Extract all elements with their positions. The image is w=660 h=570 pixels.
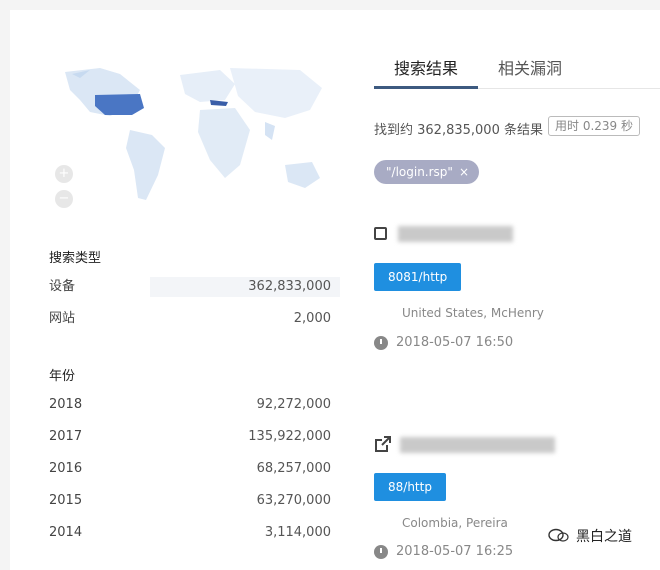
- checkbox-icon[interactable]: [374, 227, 387, 240]
- search-type-title: 搜索类型: [49, 251, 102, 266]
- tab-search-results[interactable]: 搜索结果: [374, 56, 478, 89]
- location-text: Colombia, Pereira: [402, 516, 508, 530]
- port-badge[interactable]: 8081/http: [374, 263, 462, 291]
- clock-icon: [374, 545, 388, 559]
- stat-label: 2017: [49, 429, 83, 444]
- stat-value: 362,833,000: [248, 279, 331, 294]
- year-title: 年份: [49, 369, 76, 384]
- stat-value: 135,922,000: [248, 429, 331, 444]
- stat-label: 2014: [49, 525, 83, 540]
- tab-related-vulns[interactable]: 相关漏洞: [498, 56, 562, 86]
- timestamp: 2018-05-07 16:25: [396, 544, 514, 559]
- world-map: [65, 68, 322, 200]
- stat-row-2017[interactable]: 2017 135,922,000: [40, 424, 340, 450]
- location-text: United States, McHenry: [402, 306, 544, 320]
- stat-value: 63,270,000: [256, 493, 331, 508]
- stat-row-2014[interactable]: 2014 3,114,000: [40, 520, 340, 546]
- external-link-icon[interactable]: [374, 435, 392, 453]
- wechat-icon: [548, 528, 569, 542]
- stat-value: 92,272,000: [256, 397, 331, 412]
- stat-row-2018[interactable]: 2018 92,272,000: [40, 392, 340, 418]
- zoom-in-button[interactable]: +: [55, 165, 73, 183]
- redacted-host: [398, 226, 513, 242]
- port-badge[interactable]: 88/http: [374, 473, 446, 501]
- stat-value: 68,257,000: [256, 461, 331, 476]
- stat-label: 2016: [49, 461, 83, 476]
- stat-value: 2,000: [293, 311, 331, 326]
- zoom-out-button[interactable]: −: [55, 190, 73, 208]
- close-icon[interactable]: ×: [459, 165, 469, 179]
- timestamp: 2018-05-07 16:50: [396, 335, 514, 350]
- watermark: 黑白之道: [576, 529, 632, 545]
- redacted-host: [400, 437, 555, 453]
- query-tag[interactable]: "/login.rsp" ×: [374, 160, 479, 184]
- stat-label: 2015: [49, 493, 83, 508]
- stat-label: 设备: [49, 279, 76, 294]
- clock-icon: [374, 336, 388, 350]
- time-badge: 用时 0.239 秒: [548, 116, 640, 136]
- stat-row-website[interactable]: 网站 2,000: [40, 306, 340, 332]
- stat-value: 3,114,000: [264, 525, 331, 540]
- stat-label: 网站: [49, 311, 76, 326]
- stat-row-2015[interactable]: 2015 63,270,000: [40, 488, 340, 514]
- result-count: 找到约 362,835,000 条结果: [374, 123, 543, 138]
- stat-label: 2018: [49, 397, 83, 412]
- result-tabs: 搜索结果 相关漏洞: [374, 56, 660, 89]
- stat-row-device[interactable]: 设备 362,833,000: [40, 274, 340, 300]
- query-tag-text: "/login.rsp": [386, 165, 453, 179]
- stat-row-2016[interactable]: 2016 68,257,000: [40, 456, 340, 482]
